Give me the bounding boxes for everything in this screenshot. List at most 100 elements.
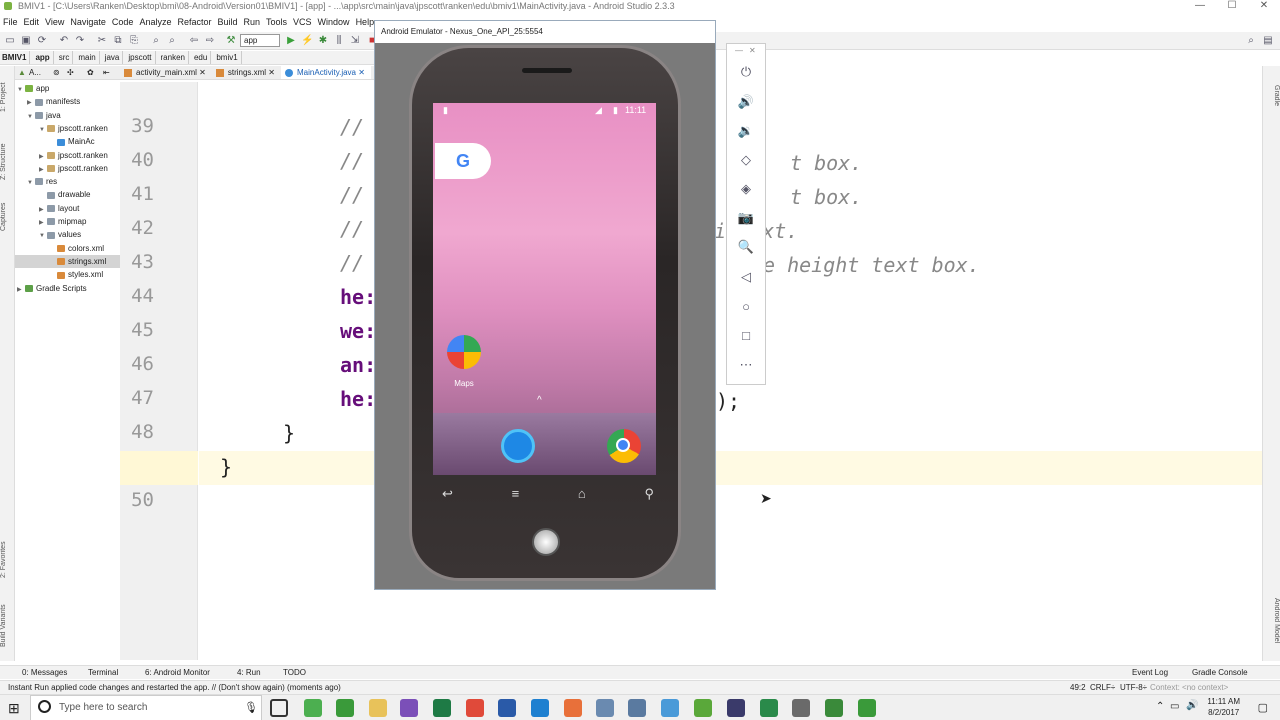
menu-run[interactable]: Run — [241, 14, 264, 30]
run-config-select[interactable]: app — [240, 34, 280, 47]
tab-activity-main[interactable]: activity_main.xml ✕ — [120, 66, 212, 79]
tree-node[interactable]: drawable — [15, 188, 120, 201]
tree-node[interactable]: ▼ jpscott.ranken — [15, 122, 120, 135]
menu-tools[interactable]: Tools — [263, 14, 290, 30]
tab-todo[interactable]: TODO — [283, 666, 306, 680]
tree-node[interactable]: ▶ jpscott.ranken — [15, 149, 120, 162]
replace-icon[interactable]: ⌕ — [166, 35, 178, 47]
undo-icon[interactable]: ↶ — [58, 35, 70, 47]
tree-node[interactable]: ▶ Gradle Scripts — [15, 282, 120, 295]
tab-main-activity[interactable]: MainActivity.java ✕ — [281, 66, 371, 79]
taskbar-app-explorer-icon[interactable] — [369, 699, 387, 717]
menu-code[interactable]: Code — [109, 14, 137, 30]
menu-navigate[interactable]: Navigate — [67, 14, 109, 30]
menu-file[interactable]: File — [0, 14, 21, 30]
menu-window[interactable]: Window — [315, 14, 353, 30]
power-icon[interactable]: ⏻ — [727, 64, 765, 80]
phone-search-key[interactable]: ⚲ — [644, 486, 654, 506]
minimize-button[interactable]: — — [1184, 0, 1216, 12]
tree-node[interactable]: ▶ mipmap — [15, 215, 120, 228]
cut-icon[interactable]: ✂ — [96, 35, 108, 47]
taskbar-app-android-studio-icon[interactable] — [336, 699, 354, 717]
tree-node[interactable]: ▶ manifests — [15, 95, 120, 108]
tab-android-monitor[interactable]: 6: Android Monitor — [145, 666, 210, 680]
taskbar-app-visual-studio-icon[interactable] — [400, 699, 418, 717]
taskbar-search[interactable]: Type here to search — [30, 695, 262, 720]
maps-app-icon[interactable] — [447, 335, 481, 369]
panel-close-icon[interactable]: ✕ — [749, 46, 756, 55]
menu-view[interactable]: View — [42, 14, 67, 30]
breadcrumb-main[interactable]: main — [76, 51, 100, 64]
make-project-icon[interactable]: ⚒ — [225, 35, 237, 47]
tree-expand-icon[interactable]: ▶ — [17, 284, 25, 297]
paste-icon[interactable]: ⎘ — [128, 35, 140, 47]
taskbar-app-tool-icon[interactable] — [628, 699, 646, 717]
taskbar-app-green-icon[interactable] — [760, 699, 778, 717]
tree-node[interactable]: strings.xml — [15, 254, 120, 268]
tree-node[interactable]: ▼ java — [15, 109, 120, 122]
tab-android-model[interactable]: Android Model — [1265, 586, 1280, 656]
zoom-icon[interactable]: 🔍 — [727, 239, 765, 255]
redo-icon[interactable]: ↷ — [74, 35, 86, 47]
tree-node[interactable]: ▼ res — [15, 175, 120, 188]
tab-event-log[interactable]: Event Log — [1132, 666, 1168, 680]
breadcrumb-ranken[interactable]: ranken — [159, 51, 189, 64]
breadcrumb-bmiv1[interactable]: bmiv1 — [214, 51, 242, 64]
home-icon[interactable]: ○ — [727, 299, 765, 314]
tab-build-variants[interactable]: Build Variants — [0, 596, 15, 656]
hide-panel-icon[interactable]: ⇤ — [103, 66, 110, 80]
volume-up-icon[interactable]: 🔊 — [727, 94, 765, 110]
breadcrumb-jpscott[interactable]: jpscott — [126, 51, 156, 64]
taskbar-app-word-icon[interactable] — [498, 699, 516, 717]
menu-edit[interactable]: Edit — [21, 14, 43, 30]
toolbar-grid-icon[interactable]: ▤ — [1262, 35, 1274, 47]
taskbar-app-edge-icon[interactable] — [531, 699, 549, 717]
camera-icon[interactable]: 📷 — [727, 210, 765, 226]
phone-screen[interactable]: ▮ ◢ ▮ 11:11 G Maps ^ — [433, 103, 656, 475]
sync-tree-icon[interactable]: ⊚ — [53, 66, 60, 80]
project-view-select[interactable]: A... — [29, 66, 41, 80]
phone-menu-key[interactable]: ≡ — [512, 486, 520, 506]
taskbar-app-network-icon[interactable] — [596, 699, 614, 717]
close-button[interactable]: ✕ — [1248, 0, 1280, 12]
apply-changes-icon[interactable]: ⚡ — [301, 35, 313, 47]
tab-structure[interactable]: Z: Structure — [0, 132, 15, 192]
action-center-icon[interactable]: ▢ — [1258, 701, 1268, 714]
menu-analyze[interactable]: Analyze — [136, 14, 174, 30]
tree-node[interactable]: styles.xml — [15, 268, 120, 281]
taskbar-app-drive-icon[interactable] — [304, 699, 322, 717]
tray-volume-icon[interactable]: 🔊 — [1186, 700, 1198, 711]
tree-node[interactable]: ▶ layout — [15, 202, 120, 215]
taskbar-app-xampp-icon[interactable] — [564, 699, 582, 717]
breadcrumb-java[interactable]: java — [103, 51, 124, 64]
maximize-button[interactable]: ☐ — [1216, 0, 1248, 12]
taskbar-app-recorder-icon[interactable] — [858, 699, 876, 717]
breadcrumb-src[interactable]: src — [57, 51, 74, 64]
more-icon[interactable]: ⋯ — [727, 357, 765, 373]
windows-start-icon[interactable]: ⊞ — [8, 700, 20, 717]
debug-icon[interactable]: ✱ — [317, 35, 329, 47]
breadcrumb-project[interactable]: BMIV1 — [0, 51, 31, 64]
run-icon[interactable]: ▶ — [285, 35, 297, 47]
overview-icon[interactable]: □ — [727, 328, 765, 343]
tree-node[interactable]: colors.xml — [15, 242, 120, 255]
messages-app-icon[interactable] — [501, 429, 535, 463]
phone-trackball[interactable] — [532, 528, 560, 556]
tab-captures[interactable]: Captures — [0, 196, 15, 238]
breadcrumb-edu[interactable]: edu — [192, 51, 212, 64]
tab-project[interactable]: 1: Project — [0, 72, 15, 122]
back-icon[interactable]: ◁ — [727, 269, 765, 285]
phone-back-key[interactable]: ↩ — [442, 486, 453, 506]
tab-run[interactable]: 4: Run — [237, 666, 261, 680]
breadcrumb-app[interactable]: app — [33, 51, 54, 64]
panel-minimize-icon[interactable]: — — [735, 46, 743, 55]
taskbar-app-vpn-icon[interactable] — [727, 699, 745, 717]
status-message[interactable]: Instant Run applied code changes and res… — [8, 681, 341, 695]
forward-nav-icon[interactable]: ⇨ — [204, 35, 216, 47]
tab-gradle-console[interactable]: Gradle Console — [1192, 666, 1248, 680]
taskbar-app-excel-icon[interactable] — [433, 699, 451, 717]
tab-terminal[interactable]: Terminal — [88, 666, 118, 680]
rotate-left-icon[interactable]: ◇ — [727, 152, 765, 168]
line-separator[interactable]: CRLF÷ — [1090, 681, 1115, 695]
taskbar-clock[interactable]: 11:11 AM 8/2/2017 — [1207, 696, 1240, 718]
